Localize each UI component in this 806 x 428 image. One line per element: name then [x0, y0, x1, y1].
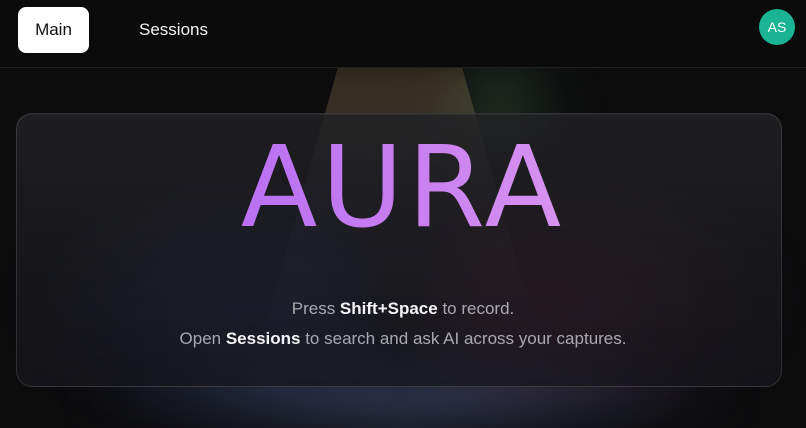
app-title: AURA: [0, 132, 806, 244]
record-hint: Press Shift+Space to record.: [0, 299, 806, 319]
app-window: Main Sessions AS AURA Press Shift+Space …: [0, 0, 806, 428]
record-hint-suffix: to record.: [437, 299, 515, 318]
sessions-hint-suffix: to search and ask AI across your capture…: [300, 329, 627, 348]
sessions-link-text: Sessions: [225, 329, 301, 348]
shortcut-key: Shift+Space: [339, 299, 438, 318]
user-avatar[interactable]: AS: [759, 9, 795, 45]
sessions-hint: Open Sessions to search and ask AI acros…: [0, 329, 806, 349]
tab-main[interactable]: Main: [18, 7, 89, 53]
tab-sessions[interactable]: Sessions: [126, 7, 221, 53]
top-nav-bar: Main Sessions AS: [0, 0, 806, 68]
record-hint-prefix: Press: [291, 299, 340, 318]
sessions-hint-prefix: Open: [179, 329, 226, 348]
